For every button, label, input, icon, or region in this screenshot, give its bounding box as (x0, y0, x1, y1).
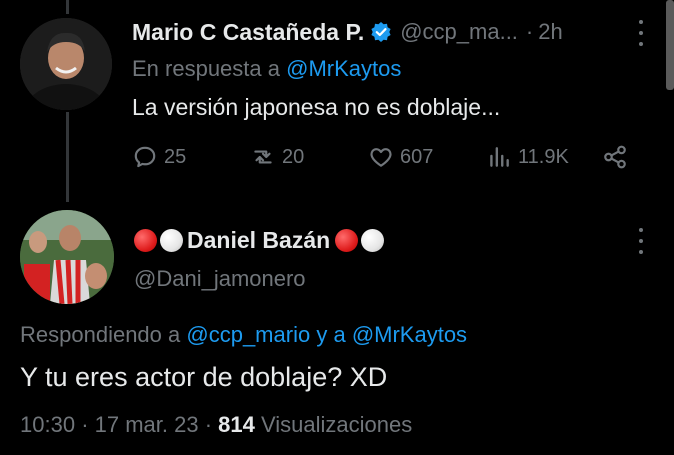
views-count: 814 (218, 412, 255, 437)
reply-icon (134, 146, 156, 168)
author-name[interactable]: Mario C Castañeda P. (132, 19, 364, 46)
retweet-button[interactable]: 20 (250, 138, 304, 176)
thread-connector-top (66, 0, 69, 14)
views-label: Visualizaciones (261, 412, 413, 437)
separator-dot: · (525, 19, 534, 44)
thread-connector (66, 112, 69, 202)
more-options-icon[interactable] (637, 20, 645, 46)
white-circle-emoji (160, 228, 183, 252)
tweet-date[interactable]: 17 mar. 23 (95, 412, 199, 437)
author-name[interactable]: Daniel Bazán (187, 227, 330, 254)
share-button[interactable] (602, 138, 634, 176)
tweet-time[interactable]: 2h (538, 19, 562, 45)
tweet-actions: 25 20 607 11.9K (132, 138, 632, 176)
verified-badge-icon (370, 21, 392, 43)
share-icon (604, 145, 626, 169)
red-circle-emoji (134, 228, 157, 252)
replying-prefix: Respondiendo a (20, 322, 181, 347)
views-icon (490, 147, 509, 167)
replying-join: y a (316, 322, 346, 347)
replying-context: Respondiendo a @ccp_mario y a @MrKaytos (20, 322, 467, 348)
red-circle-emoji (335, 228, 359, 252)
more-options-icon[interactable] (637, 228, 645, 254)
like-count: 607 (400, 145, 434, 168)
reply-prefix: En respuesta a (132, 56, 280, 81)
replying-handle-link[interactable]: @ccp_mario (186, 322, 310, 347)
reply-count: 25 (164, 145, 187, 168)
like-icon (370, 148, 392, 167)
author-handle[interactable]: @Dani_jamonero (134, 266, 306, 292)
tweet2-header: Daniel Bazán (134, 222, 387, 258)
replying-handle-link[interactable]: @MrKaytos (352, 322, 467, 347)
tweet-text: Y tu eres actor de doblaje? XD (20, 362, 388, 392)
scrollbar[interactable] (666, 0, 674, 90)
retweet-count: 20 (282, 145, 305, 168)
tweet-thread-screen: Mario C Castañeda P. @ccp_ma... · 2h En … (0, 0, 674, 455)
like-button[interactable]: 607 (368, 138, 433, 176)
author-handle[interactable]: @ccp_ma... (400, 19, 518, 45)
retweet-icon (254, 150, 272, 164)
tweet1-header: Mario C Castañeda P. @ccp_ma... · 2h (132, 14, 563, 50)
avatar-daniel[interactable] (20, 210, 114, 304)
reply-handle-link[interactable]: @MrKaytos (286, 56, 401, 81)
views-button[interactable]: 11.9K (486, 138, 569, 176)
tweet-time[interactable]: 10:30 (20, 412, 75, 437)
reply-context: En respuesta a @MrKaytos (132, 56, 401, 82)
white-circle-emoji (361, 228, 385, 252)
separator-dot: · (81, 412, 89, 437)
avatar-mario[interactable] (20, 18, 112, 110)
tweet-text: La versión japonesa no es doblaje... (132, 94, 501, 120)
reply-button[interactable]: 25 (132, 138, 186, 176)
views-count: 11.9K (518, 145, 569, 168)
tweet-meta: 10:30 · 17 mar. 23 · 814 Visualizaciones (20, 412, 412, 438)
separator-dot: · (204, 412, 213, 437)
